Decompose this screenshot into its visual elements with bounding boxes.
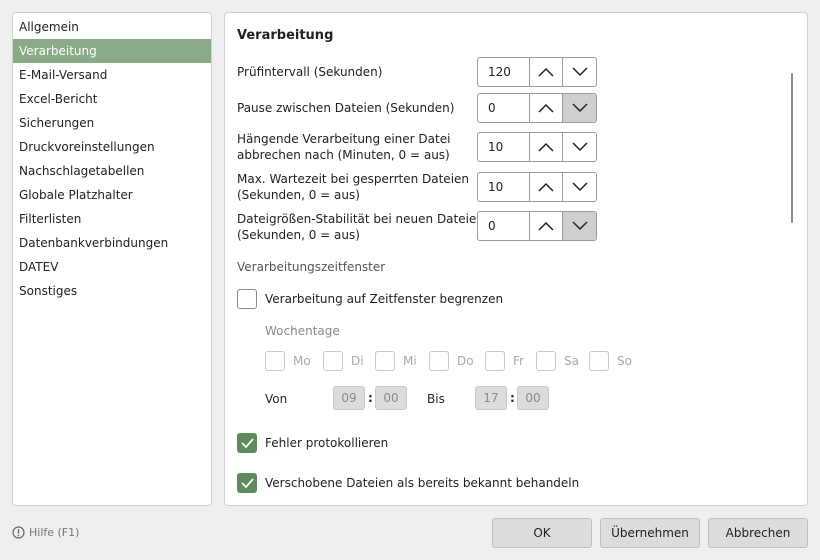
max-wartezeit-spinner: 10 — [477, 172, 597, 202]
chevron-down-icon — [571, 182, 588, 192]
pruefintervall-input[interactable]: 120 — [478, 58, 530, 86]
weekday-checkbox-sa[interactable] — [536, 351, 556, 371]
vertical-scrollbar[interactable] — [791, 73, 793, 223]
sidebar-item-filterlisten[interactable]: Filterlisten — [13, 207, 211, 231]
weekday-checkbox-do[interactable] — [429, 351, 449, 371]
verschobene-dateien-checkbox[interactable] — [237, 473, 257, 493]
from-hour-input[interactable]: 09 — [333, 386, 365, 410]
sidebar-item-datenbankverbindungen[interactable]: Datenbankverbindungen — [13, 231, 211, 255]
weekday-label: So — [617, 354, 632, 368]
setting-row-haengende-verarbeitung: Hängende Verarbeitung einer Datei abbrec… — [237, 131, 597, 163]
sidebar-item-excel-bericht[interactable]: Excel-Bericht — [13, 87, 211, 111]
weekday-checkbox-so[interactable] — [589, 351, 609, 371]
max-wartezeit-input[interactable]: 10 — [478, 173, 530, 201]
setting-row-pause: Pause zwischen Dateien (Sekunden) 0 — [237, 93, 597, 123]
pruefintervall-spinner: 120 — [477, 57, 597, 87]
time-separator: : — [510, 391, 515, 405]
apply-button[interactable]: Übernehmen — [600, 518, 700, 548]
help-icon — [12, 526, 25, 539]
sidebar-item-sonstiges[interactable]: Sonstiges — [13, 279, 211, 303]
increment-button[interactable] — [530, 212, 563, 240]
to-minute-input[interactable]: 00 — [517, 386, 549, 410]
decrement-button[interactable] — [563, 173, 596, 201]
increment-button[interactable] — [530, 133, 563, 161]
weekday-label: Fr — [513, 354, 524, 368]
sidebar-item-nachschlagetabellen[interactable]: Nachschlagetabellen — [13, 159, 211, 183]
time-separator: : — [368, 391, 373, 405]
settings-sidebar: Allgemein Verarbeitung E-Mail-Versand Ex… — [12, 12, 212, 506]
chevron-up-icon — [538, 182, 554, 192]
pause-input[interactable]: 0 — [478, 94, 530, 122]
weekday-checkbox-mo[interactable] — [265, 351, 285, 371]
sidebar-item-email-versand[interactable]: E-Mail-Versand — [13, 63, 211, 87]
haengende-verarbeitung-input[interactable]: 10 — [478, 133, 530, 161]
increment-button[interactable] — [530, 173, 563, 201]
checkmark-icon — [241, 438, 254, 449]
checkmark-icon — [241, 478, 254, 489]
help-label: Hilfe (F1) — [29, 526, 80, 539]
chevron-down-icon — [571, 103, 588, 113]
setting-label: Dateigrößen-Stabilität bei neuen Dateien… — [237, 212, 484, 242]
sidebar-item-druckvoreinstellungen[interactable]: Druckvoreinstellungen — [13, 135, 211, 159]
chevron-down-icon — [571, 142, 588, 152]
chevron-up-icon — [538, 103, 554, 113]
ok-button[interactable]: OK — [492, 518, 592, 548]
haengende-verarbeitung-spinner: 10 — [477, 132, 597, 162]
weekday-label: Mo — [293, 354, 311, 368]
pause-spinner: 0 — [477, 93, 597, 123]
section-title-zeitfenster: Verarbeitungszeitfenster — [237, 260, 386, 274]
setting-row-max-wartezeit: Max. Wartezeit bei gesperrten Dateien (S… — [237, 171, 597, 203]
bis-label: Bis — [427, 392, 445, 406]
chevron-up-icon — [538, 221, 554, 231]
decrement-button[interactable] — [563, 94, 596, 122]
fehler-protokollieren-label: Fehler protokollieren — [265, 436, 389, 450]
increment-button[interactable] — [530, 58, 563, 86]
weekday-checkbox-di[interactable] — [323, 351, 343, 371]
page-title: Verarbeitung — [237, 28, 334, 43]
cancel-button[interactable]: Abbrechen — [708, 518, 808, 548]
increment-button[interactable] — [530, 94, 563, 122]
weekday-label: Do — [457, 354, 474, 368]
weekday-label: Di — [351, 354, 364, 368]
to-hour-input[interactable]: 17 — [475, 386, 507, 410]
setting-label: Hängende Verarbeitung einer Datei abbrec… — [237, 132, 451, 162]
weekday-label: Mi — [403, 354, 417, 368]
chevron-up-icon — [538, 142, 554, 152]
sidebar-item-allgemein[interactable]: Allgemein — [13, 15, 211, 39]
sidebar-item-datev[interactable]: DATEV — [13, 255, 211, 279]
chevron-up-icon — [538, 67, 554, 77]
sidebar-item-verarbeitung[interactable]: Verarbeitung — [13, 39, 211, 63]
decrement-button[interactable] — [563, 58, 596, 86]
setting-label: Pause zwischen Dateien (Sekunden) — [237, 101, 455, 115]
settings-panel: Verarbeitung Prüfintervall (Sekunden) 12… — [224, 12, 808, 506]
sidebar-item-globale-platzhalter[interactable]: Globale Platzhalter — [13, 183, 211, 207]
dateigroessen-stabilitaet-spinner: 0 — [477, 211, 597, 241]
zeitfenster-label: Verarbeitung auf Zeitfenster begrenzen — [265, 292, 504, 306]
setting-label: Max. Wartezeit bei gesperrten Dateien (S… — [237, 172, 470, 202]
verschobene-dateien-label: Verschobene Dateien als bereits bekannt … — [265, 476, 580, 490]
weekday-checkbox-fr[interactable] — [485, 351, 505, 371]
chevron-down-icon — [571, 67, 588, 77]
decrement-button[interactable] — [563, 212, 596, 240]
weekday-checkbox-mi[interactable] — [375, 351, 395, 371]
sidebar-item-sicherungen[interactable]: Sicherungen — [13, 111, 211, 135]
decrement-button[interactable] — [563, 133, 596, 161]
von-label: Von — [265, 392, 288, 406]
weekday-label: Sa — [564, 354, 579, 368]
setting-row-dateigroessen-stabilitaet: Dateigrößen-Stabilität bei neuen Dateien… — [237, 211, 597, 243]
dateigroessen-stabilitaet-input[interactable]: 0 — [478, 212, 530, 240]
zeitfenster-checkbox[interactable] — [237, 289, 257, 309]
chevron-down-icon — [571, 221, 588, 231]
from-minute-input[interactable]: 00 — [375, 386, 407, 410]
wochentage-label: Wochentage — [265, 324, 340, 338]
fehler-protokollieren-checkbox[interactable] — [237, 433, 257, 453]
setting-label: Prüfintervall (Sekunden) — [237, 65, 383, 79]
help-link[interactable]: Hilfe (F1) — [12, 526, 79, 539]
setting-row-pruefintervall: Prüfintervall (Sekunden) 120 — [237, 57, 597, 87]
